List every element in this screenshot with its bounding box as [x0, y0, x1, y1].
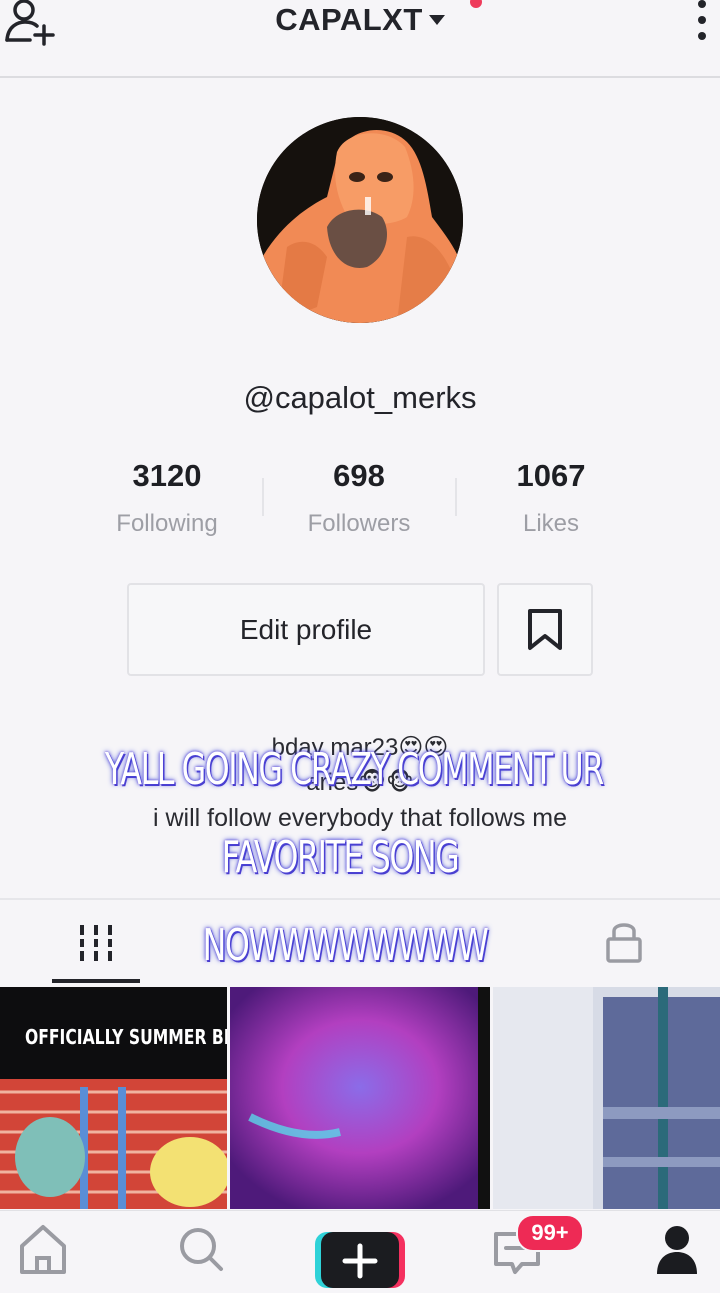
bio-line: i will follow everybody that follows me — [152, 804, 568, 832]
avatar[interactable] — [257, 117, 463, 323]
home-icon — [20, 1225, 66, 1274]
thumbnail-image — [230, 987, 490, 1209]
account-switcher[interactable]: CAPALXT — [0, 0, 720, 40]
lock-icon — [606, 923, 642, 963]
username: @capalot_merks — [243, 380, 477, 415]
tab-private[interactable] — [596, 915, 652, 971]
likes-label: Likes — [522, 510, 580, 537]
bookmark-icon — [528, 608, 562, 650]
profile-icon — [657, 1226, 697, 1274]
nav-discover[interactable] — [165, 1218, 235, 1278]
followers-count: 698 — [333, 458, 385, 493]
likes-count: 1067 — [516, 458, 586, 493]
following-count: 3120 — [132, 458, 202, 493]
stat-likes[interactable]: 1067 Likes — [455, 458, 647, 538]
nav-home[interactable] — [8, 1218, 78, 1278]
thumbnail-caption: OFFICIALLY SUMMER BREAK — [24, 1025, 227, 1049]
following-label: Following — [116, 510, 218, 537]
favorites-button[interactable] — [497, 583, 593, 676]
chevron-down-icon — [428, 15, 445, 25]
video-thumbnail[interactable] — [493, 987, 720, 1209]
overlay-caption-line: FAVORITE SONG — [221, 832, 460, 883]
active-tab-indicator — [52, 979, 140, 983]
thumbnail-image — [493, 987, 720, 1209]
video-thumbnail[interactable] — [230, 987, 490, 1209]
overlay-caption-line: YALL GOING CRAZY COMMENT UR — [104, 744, 604, 795]
nav-profile[interactable] — [642, 1218, 712, 1278]
followers-label: Followers — [307, 510, 411, 537]
more-options-button[interactable] — [690, 0, 716, 44]
search-icon — [180, 1228, 223, 1271]
avatar-image — [257, 117, 463, 323]
overlay-caption-line: NOWWWWWWWW — [202, 920, 489, 971]
profile-title: CAPALXT — [275, 2, 423, 37]
thumbnail-image — [0, 987, 227, 1209]
stat-following[interactable]: 3120 Following — [71, 458, 263, 538]
stat-followers[interactable]: 698 Followers — [263, 458, 455, 538]
edit-profile-button[interactable]: Edit profile — [127, 583, 485, 676]
video-thumbnail[interactable]: OFFICIALLY SUMMER BREAK — [0, 987, 227, 1209]
inbox-badge: 99+ — [516, 1214, 584, 1252]
